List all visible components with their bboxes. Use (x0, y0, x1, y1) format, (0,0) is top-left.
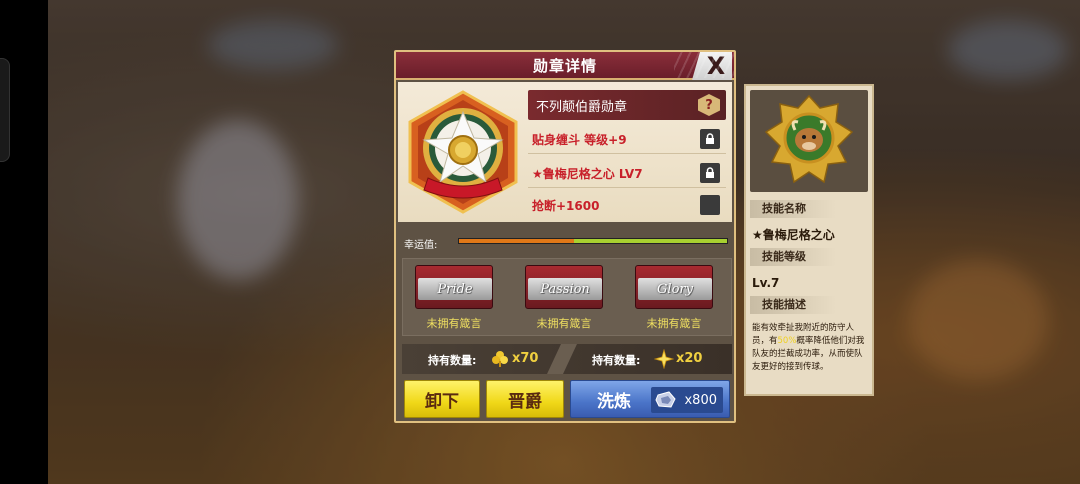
refine-cost: x800 (651, 387, 723, 413)
motto-banner: Pride (418, 278, 492, 300)
refine-stone-icon (655, 391, 676, 408)
panel-title: 勋章详情 (532, 57, 597, 75)
refine-button[interactable]: 洗炼 x800 (570, 380, 730, 418)
unequip-button[interactable]: 卸下 (404, 380, 480, 418)
skill-icon-frame (750, 90, 868, 192)
motto-slot-passion[interactable]: Passion 未拥有箴言 (519, 265, 609, 331)
background-window (948, 20, 1068, 80)
motto-banner: Glory (638, 278, 712, 300)
refine-label: 洗炼 (597, 391, 631, 412)
skill-description: 能有效牵扯我附近的防守人员，有50%概率降低他们对我队友的拦截成功率，从而使队友… (752, 322, 868, 374)
gold-clover-icon (492, 351, 508, 367)
holding-value: x70 (512, 351, 539, 366)
medal-detail-panel: 勋章详情 X 不列颠伯爵勋章 ? 贴身缠斗 等级+9 ★鲁梅尼格之心 LV7 抢… (394, 50, 736, 423)
holding-label: 持有数量: (592, 354, 641, 367)
panel-header: 勋章详情 X (396, 52, 734, 80)
holding-label: 持有数量: (428, 354, 477, 367)
skill-desc-highlight: 50% (777, 336, 797, 346)
skill-level: Lv.7 (752, 276, 780, 290)
close-button[interactable]: X (692, 52, 732, 80)
attribute-row: 贴身缠斗 等级+9 (528, 124, 726, 154)
motto-plate: Pride (415, 265, 493, 309)
skill-name-tag: 技能名称 (750, 200, 836, 218)
luck-progress-bar (458, 238, 728, 244)
background-window (208, 20, 338, 70)
skill-name: ★鲁梅尼格之心 (752, 228, 835, 242)
luck-fill-orange (459, 239, 575, 243)
background-figure (178, 120, 298, 280)
promote-button[interactable]: 晋爵 (486, 380, 564, 418)
help-icon[interactable]: ? (698, 94, 720, 116)
motto-area: Pride 未拥有箴言 Passion 未拥有箴言 Glory 未拥有箴言 (402, 258, 732, 336)
skill-level-tag: 技能等级 (750, 248, 836, 266)
luck-fill-green (574, 239, 727, 243)
divider (547, 344, 577, 374)
lock-icon[interactable] (700, 163, 720, 183)
bull-badge-icon (764, 94, 854, 184)
close-icon: X (706, 52, 726, 80)
side-handle[interactable] (0, 58, 10, 162)
medal-info-area: 不列颠伯爵勋章 ? 贴身缠斗 等级+9 ★鲁梅尼格之心 LV7 抢断+1600 (398, 82, 732, 222)
attribute-row: ★鲁梅尼格之心 LV7 (528, 158, 726, 188)
motto-caption: 未拥有箴言 (536, 317, 592, 330)
lock-slot-empty[interactable] (700, 195, 720, 215)
lock-icon[interactable] (700, 129, 720, 149)
medal-name: 不列颠伯爵勋章 (536, 100, 628, 115)
medal-name-row: 不列颠伯爵勋章 ? (528, 90, 726, 120)
attribute-row: 抢断+1600 (528, 190, 726, 220)
attribute-text: 贴身缠斗 等级+9 (532, 133, 627, 147)
luck-label: 幸运值: (404, 240, 438, 251)
skill-info-panel: 技能名称 ★鲁梅尼格之心 技能等级 Lv.7 技能描述 能有效牵扯我附近的防守人… (744, 84, 874, 396)
motto-plate: Glory (635, 265, 713, 309)
motto-slot-glory[interactable]: Glory 未拥有箴言 (629, 265, 719, 331)
skill-desc-tag: 技能描述 (750, 296, 836, 314)
holdings-row: 持有数量: x70 持有数量: x20 (402, 344, 732, 374)
gold-sparkle-icon (654, 349, 674, 369)
refine-cost-value: x800 (684, 392, 717, 408)
holding-value: x20 (676, 351, 703, 366)
background-glow (908, 260, 1048, 380)
medal-emblem-icon (408, 90, 518, 214)
motto-caption: 未拥有箴言 (426, 317, 482, 330)
motto-caption: 未拥有箴言 (646, 317, 702, 330)
motto-banner: Passion (528, 278, 602, 300)
attribute-text: ★鲁梅尼格之心 LV7 (532, 167, 643, 181)
motto-plate: Passion (525, 265, 603, 309)
motto-slot-pride[interactable]: Pride 未拥有箴言 (409, 265, 499, 331)
attribute-text: 抢断+1600 (532, 199, 600, 213)
